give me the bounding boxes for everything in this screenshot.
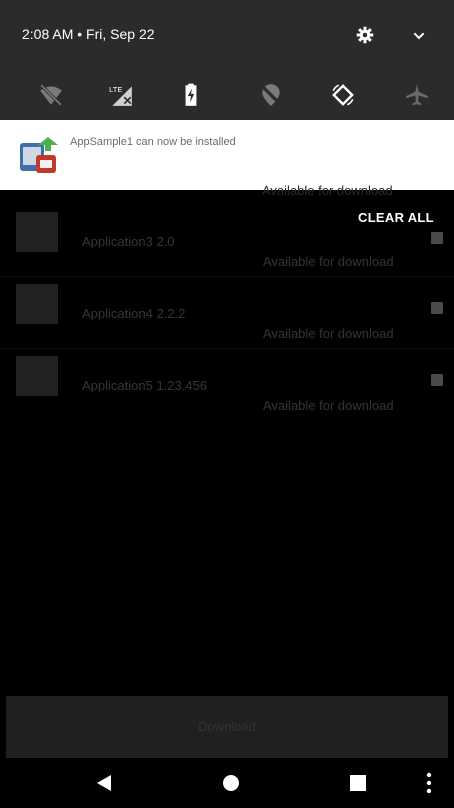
status-date-time: 2:08 AM • Fri, Sep 22 bbox=[22, 26, 155, 42]
app-list-item[interactable]: Application5 1.23.456 Available for down… bbox=[0, 352, 454, 424]
notification-message: AppSample1 can now be installed bbox=[70, 136, 236, 148]
app-thumbnail bbox=[16, 284, 58, 324]
home-icon[interactable] bbox=[222, 774, 240, 792]
more-icon[interactable] bbox=[426, 772, 432, 794]
ghost-status-text: Available for download bbox=[262, 183, 393, 198]
wifi-off-icon[interactable] bbox=[38, 82, 64, 108]
app-thumbnail bbox=[16, 356, 58, 396]
row-divider bbox=[0, 276, 454, 277]
app-checkbox[interactable] bbox=[431, 374, 443, 386]
app-status: Available for download bbox=[263, 326, 394, 341]
airplane-mode-icon[interactable] bbox=[404, 82, 430, 108]
app-list-item[interactable]: Application3 2.0 Available for download bbox=[0, 208, 454, 280]
app-thumbnail bbox=[16, 212, 58, 252]
download-button-label: Download bbox=[198, 719, 256, 734]
quick-settings-shade bbox=[0, 0, 454, 120]
app-name: Application3 2.0 bbox=[82, 234, 175, 249]
app-list-item[interactable]: Application4 2.2.2 Available for downloa… bbox=[0, 280, 454, 352]
expand-chevron-down-icon[interactable] bbox=[411, 28, 427, 44]
install-notification[interactable] bbox=[0, 120, 454, 190]
app-checkbox[interactable] bbox=[431, 302, 443, 314]
app-status: Available for download bbox=[263, 398, 394, 413]
svg-text:LTE: LTE bbox=[109, 85, 122, 94]
app-installer-icon bbox=[20, 137, 58, 173]
app-checkbox[interactable] bbox=[431, 232, 443, 244]
row-divider bbox=[0, 348, 454, 349]
settings-gear-icon[interactable] bbox=[356, 26, 374, 44]
app-status: Available for download bbox=[263, 254, 394, 269]
back-icon[interactable] bbox=[96, 774, 112, 792]
location-off-icon[interactable] bbox=[258, 82, 284, 108]
signal-lte-icon[interactable]: LTE bbox=[108, 82, 134, 108]
app-name: Application5 1.23.456 bbox=[82, 378, 208, 393]
battery-charging-icon[interactable] bbox=[178, 82, 204, 108]
recents-icon[interactable] bbox=[350, 775, 366, 791]
app-name: Application4 2.2.2 bbox=[82, 306, 186, 321]
auto-rotate-icon[interactable] bbox=[330, 82, 356, 108]
